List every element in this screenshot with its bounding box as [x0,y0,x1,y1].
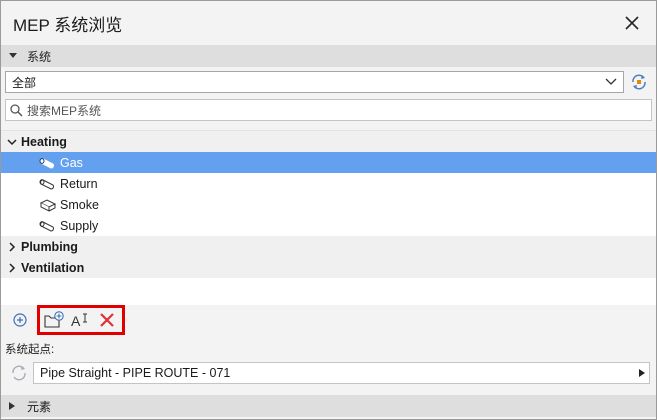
add-system-button[interactable] [7,308,33,332]
pipe-system-icon [39,157,57,169]
system-origin-field[interactable]: Pipe Straight - PIPE ROUTE - 071 [33,362,650,384]
new-folder-icon [44,311,64,328]
elements-section-label: 元素 [27,399,52,414]
system-origin-value: Pipe Straight - PIPE ROUTE - 071 [40,366,231,380]
tree-group-label: Plumbing [21,239,78,254]
systems-section-header[interactable]: 系统 [1,45,656,67]
svg-text:A: A [71,313,81,329]
title-bar: MEP 系统浏览 [1,1,656,45]
tree-item-label: Supply [60,218,99,233]
tree-item-supply[interactable]: Supply [1,215,656,236]
system-toolbar: A [1,305,656,335]
search-placeholder: 搜索MEP系统 [27,103,102,118]
window-title: MEP 系统浏览 [13,15,123,35]
pipe-system-icon [39,178,57,190]
tree-item-label: Return [60,176,98,191]
close-button[interactable] [620,11,644,35]
caret-right-icon [9,402,19,410]
mep-system-browser-window: MEP 系统浏览 系统 全部 搜索MEP系统 Heating Gas Retur… [0,0,657,420]
tree-item-return[interactable]: Return [1,173,656,194]
tree-item-label: Smoke [60,197,99,212]
scope-selected-value: 全部 [12,75,37,90]
highlighted-tool-group: A [37,305,125,335]
tree-item-smoke[interactable]: Smoke [1,194,656,215]
search-input[interactable]: 搜索MEP系统 [5,99,652,121]
caret-right-icon [639,369,645,377]
pipe-system-icon [39,220,57,232]
chevron-down-icon [605,78,617,85]
tree-group-label: Ventilation [21,260,85,275]
add-circle-icon [13,313,27,327]
tree-group-label: Heating [21,134,67,149]
rename-button[interactable]: A [68,308,94,332]
scope-row: 全部 [1,67,656,97]
search-icon [10,103,23,117]
chevron-down-icon[interactable] [7,138,19,146]
search-row: 搜索MEP系统 [1,97,656,123]
new-folder-button[interactable] [42,308,68,332]
sync-button[interactable] [626,71,652,93]
tree-group-plumbing[interactable]: Plumbing [1,236,656,257]
duct-system-icon [39,198,57,212]
close-icon [625,16,639,30]
tree-group-ventilation[interactable]: Ventilation [1,257,656,278]
pick-origin-icon [12,365,26,381]
system-origin-row: Pipe Straight - PIPE ROUTE - 071 [1,361,656,385]
rename-icon: A [71,313,87,329]
chevron-right-icon[interactable] [7,241,19,252]
elements-section-header[interactable]: 元素 [1,395,656,417]
tree-group-heating[interactable]: Heating [1,131,656,152]
scope-dropdown[interactable]: 全部 [5,71,624,93]
systems-section-label: 系统 [27,49,52,64]
caret-down-icon [9,53,19,59]
tree-item-label: Gas [60,155,83,170]
system-origin-label: 系统起点: [5,344,55,356]
origin-pick-button[interactable] [5,364,33,382]
tree-item-gas[interactable]: Gas [1,152,656,173]
chevron-right-icon[interactable] [7,262,19,273]
sync-icon [632,74,646,90]
system-tree: Heating Gas Return Smoke Supply Plumbing… [1,130,656,305]
delete-icon [100,313,114,327]
delete-button[interactable] [94,308,120,332]
